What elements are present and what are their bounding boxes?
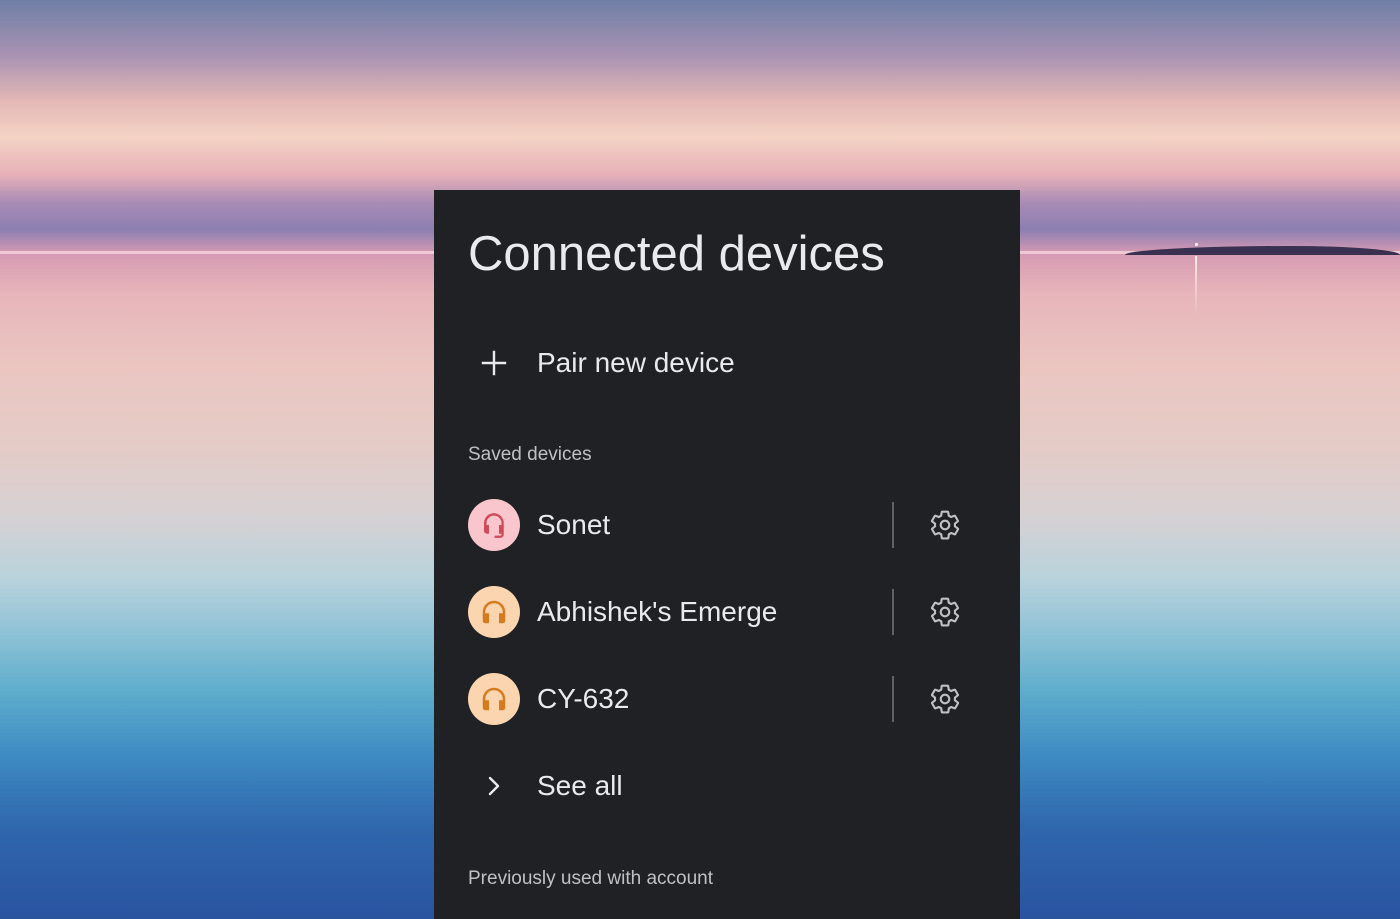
lighthouse-light (1195, 243, 1198, 246)
device-name: Abhishek's Emerge (537, 596, 778, 627)
saved-devices-header: Saved devices (468, 444, 592, 465)
distant-island (1125, 246, 1400, 255)
page-title: Connected devices (468, 227, 885, 281)
plus-icon (468, 337, 520, 389)
previously-used-header: Previously used with account (468, 868, 714, 889)
gear-icon (930, 510, 960, 540)
device-name: CY-632 (537, 683, 630, 714)
device-name: Sonet (537, 509, 611, 540)
device-row-sonet[interactable]: Sonet (434, 492, 1020, 558)
headphones-icon (482, 687, 506, 711)
device-settings-button[interactable] (927, 507, 963, 543)
connected-devices-panel: Connected devices Pair new device Saved … (434, 190, 1020, 919)
device-settings-button[interactable] (927, 681, 963, 717)
see-all-label: See all (537, 770, 623, 801)
pair-new-device-button[interactable]: Pair new device (434, 330, 1020, 396)
avatar (468, 499, 520, 551)
gear-icon (930, 597, 960, 627)
headphones-icon (482, 600, 506, 624)
device-avatar-container (468, 499, 520, 551)
divider (892, 502, 894, 548)
device-avatar-container (468, 673, 520, 725)
device-settings-button[interactable] (927, 594, 963, 630)
device-row-cy-632[interactable]: CY-632 (434, 666, 1020, 732)
divider (892, 589, 894, 635)
see-all-button[interactable]: See all (434, 753, 1020, 819)
device-avatar-container (468, 586, 520, 638)
divider (892, 676, 894, 722)
gear-icon (930, 684, 960, 714)
chevron-right-icon (468, 760, 520, 812)
pair-new-device-label: Pair new device (537, 347, 735, 378)
avatar (468, 673, 520, 725)
avatar (468, 586, 520, 638)
light-reflection (1195, 256, 1197, 316)
device-row-abhisheks-emerge[interactable]: Abhishek's Emerge (434, 579, 1020, 645)
headset-mic-icon (484, 513, 504, 538)
